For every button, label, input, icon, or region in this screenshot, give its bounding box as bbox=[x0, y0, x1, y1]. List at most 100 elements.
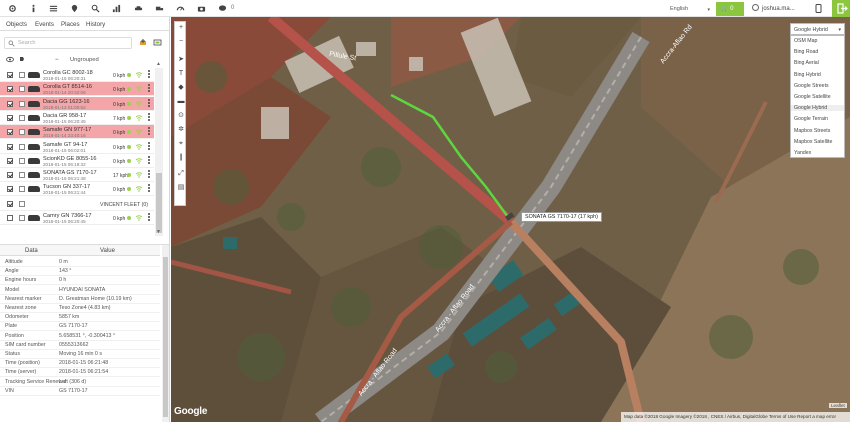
follow-checkbox[interactable] bbox=[19, 215, 25, 221]
text-tool-icon[interactable]: T bbox=[177, 70, 185, 78]
map-layer-option[interactable]: Yandex bbox=[794, 150, 811, 156]
map-layer-option[interactable]: Mapbox Satellite bbox=[794, 139, 832, 145]
follow-icon[interactable] bbox=[19, 56, 26, 65]
gauge-icon[interactable] bbox=[176, 4, 185, 13]
group-header[interactable]: − Ungrouped bbox=[0, 54, 170, 65]
object-row[interactable]: Corolla GT 8514-16 2018-01-14 20:32:06 0 k… bbox=[0, 82, 154, 97]
zoom-in-button[interactable]: + bbox=[177, 24, 185, 32]
visibility-checkbox[interactable] bbox=[7, 157, 13, 164]
map-marker-icon[interactable] bbox=[70, 4, 79, 13]
chart-icon[interactable] bbox=[112, 4, 121, 13]
more-icon[interactable] bbox=[148, 170, 150, 180]
object-list-scrollbar[interactable] bbox=[155, 68, 163, 236]
object-row[interactable]: ScionKD GE 8055-16 2018-01-15 06:19:32 0 k… bbox=[0, 154, 154, 168]
measure-icon[interactable]: ✲ bbox=[177, 126, 185, 134]
object-row[interactable]: Samafe GN 977-17 2018-01-14 23:40:16 0 kph bbox=[0, 125, 154, 140]
cart-button[interactable]: 🛒 0 bbox=[716, 2, 744, 16]
visibility-checkbox[interactable] bbox=[7, 186, 13, 193]
visibility-checkbox[interactable] bbox=[7, 200, 13, 207]
scroll-down-icon[interactable]: ▼ bbox=[156, 229, 161, 235]
fullscreen-icon[interactable]: ⤢ bbox=[177, 170, 185, 178]
follow-checkbox[interactable] bbox=[19, 157, 25, 164]
follow-checkbox[interactable] bbox=[19, 143, 25, 150]
tab-history[interactable]: History bbox=[86, 21, 105, 28]
visibility-checkbox[interactable] bbox=[7, 129, 13, 136]
details-scrollbar[interactable] bbox=[162, 245, 169, 422]
visibility-checkbox[interactable] bbox=[7, 86, 13, 93]
more-icon[interactable] bbox=[148, 213, 150, 223]
object-row[interactable]: SONATA GS 7170-17 2018-01-15 06:21:48 17 k… bbox=[0, 168, 154, 183]
street-view-icon[interactable]: ❙ bbox=[177, 154, 185, 162]
search-icon[interactable] bbox=[91, 4, 100, 13]
more-icon[interactable] bbox=[148, 98, 150, 109]
add-object-icon[interactable] bbox=[139, 38, 148, 49]
more-icon[interactable] bbox=[148, 70, 150, 80]
object-row[interactable]: Camry GN 7366-17 2018-01-15 06:20:45 0 kph bbox=[0, 211, 154, 225]
car-icon[interactable] bbox=[134, 4, 143, 13]
map-layer-option[interactable]: Mapbox Streets bbox=[794, 128, 830, 134]
map-layer-option[interactable]: Bing Aerial bbox=[794, 60, 819, 66]
zoom-out-button[interactable]: − bbox=[177, 38, 185, 46]
visibility-checkbox[interactable] bbox=[7, 114, 13, 121]
map-layer-option[interactable]: Google Satellite bbox=[794, 94, 831, 100]
map-layer-option[interactable]: OSM Map bbox=[794, 38, 817, 44]
info-icon[interactable] bbox=[29, 4, 38, 13]
list-icon[interactable] bbox=[49, 4, 58, 13]
gear-icon[interactable] bbox=[8, 4, 17, 13]
follow-checkbox[interactable] bbox=[19, 86, 25, 93]
more-icon[interactable] bbox=[148, 184, 150, 194]
tab-events[interactable]: Events bbox=[35, 21, 54, 28]
follow-checkbox[interactable] bbox=[19, 200, 25, 207]
more-icon[interactable] bbox=[148, 112, 150, 123]
group-icon[interactable] bbox=[153, 38, 162, 49]
visibility-checkbox[interactable] bbox=[7, 172, 13, 179]
chat-icon[interactable] bbox=[218, 4, 227, 13]
leaflet-attribution[interactable]: Leaflet bbox=[829, 403, 847, 408]
map-layer-option[interactable]: Google Streets bbox=[794, 83, 829, 89]
object-row[interactable]: Corolla GC 8002-18 2018-01-15 06:20:31 0 k… bbox=[0, 68, 154, 82]
visibility-checkbox[interactable] bbox=[7, 215, 13, 221]
object-row[interactable]: Dacia GR 958-17 2018-01-15 06:20:45 7 kph bbox=[0, 111, 154, 125]
follow-checkbox[interactable] bbox=[19, 114, 25, 121]
truck-icon[interactable] bbox=[155, 4, 164, 13]
scroll-thumb[interactable] bbox=[163, 257, 168, 417]
follow-checkbox[interactable] bbox=[19, 129, 25, 136]
follow-checkbox[interactable] bbox=[19, 100, 25, 107]
map-layer-option[interactable]: Google Terrain bbox=[794, 116, 828, 122]
ruler-icon[interactable]: ⊙ bbox=[177, 112, 185, 120]
object-row[interactable]: Tucson GN 337-17 2018-01-15 06:21:44 0 kph bbox=[0, 182, 154, 197]
logout-button[interactable] bbox=[832, 0, 850, 17]
layers-icon[interactable]: ▤ bbox=[177, 184, 185, 192]
visibility-checkbox[interactable] bbox=[7, 143, 13, 150]
visibility-checkbox[interactable] bbox=[7, 100, 13, 107]
mobile-icon[interactable] bbox=[815, 4, 822, 15]
scroll-up-icon[interactable]: ▲ bbox=[156, 61, 161, 67]
object-row[interactable]: Dacia GG 1623-16 2018-01-12 01:00:52 0 kph bbox=[0, 96, 154, 111]
more-icon[interactable] bbox=[148, 84, 150, 94]
group-collapse-icon[interactable]: − bbox=[55, 57, 59, 63]
tab-objects[interactable]: Objects bbox=[6, 21, 27, 28]
navigation-icon[interactable]: ➤ bbox=[177, 56, 185, 64]
car-tool-icon[interactable]: ▬ bbox=[177, 98, 185, 106]
map-view[interactable]: Accra-Aflao Rd Accra - Aflao Road Accra … bbox=[171, 17, 850, 422]
visibility-checkbox[interactable] bbox=[7, 72, 13, 78]
tab-places[interactable]: Places bbox=[61, 21, 80, 28]
search-input[interactable]: Search bbox=[4, 37, 132, 49]
language-select[interactable]: English ▾ bbox=[670, 4, 710, 14]
more-icon[interactable] bbox=[148, 155, 150, 166]
more-icon[interactable] bbox=[148, 127, 150, 137]
camera-icon[interactable] bbox=[197, 4, 206, 13]
user-menu[interactable]: joshua.ma... bbox=[752, 4, 795, 12]
scroll-thumb[interactable] bbox=[156, 173, 162, 233]
map-layer-option[interactable]: Bing Road bbox=[794, 49, 818, 55]
map-layer-option[interactable]: Google Hybrid bbox=[791, 105, 844, 112]
follow-checkbox[interactable] bbox=[19, 172, 25, 179]
area-icon[interactable]: ⌖ bbox=[177, 140, 185, 148]
more-icon[interactable] bbox=[148, 141, 150, 152]
object-row[interactable]: VINCENT FLEET (0) bbox=[0, 197, 154, 211]
object-row[interactable]: Samafe GT 94-17 2018-01-15 06:02:01 0 kph bbox=[0, 140, 154, 154]
shield-icon[interactable]: ◆ bbox=[177, 84, 185, 92]
follow-checkbox[interactable] bbox=[19, 72, 25, 78]
map-layer-select[interactable]: Google Hybrid ▾ bbox=[790, 23, 845, 35]
follow-checkbox[interactable] bbox=[19, 186, 25, 193]
